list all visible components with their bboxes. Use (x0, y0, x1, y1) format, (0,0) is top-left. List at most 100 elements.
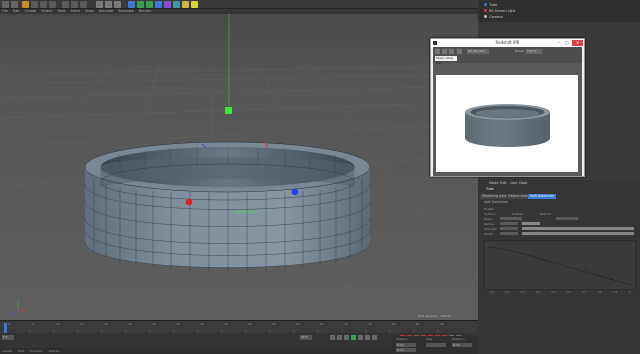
live-selection-icon[interactable] (22, 1, 29, 8)
x-position-field[interactable]: 0 cm (396, 343, 416, 347)
redo-icon[interactable] (11, 1, 18, 8)
bottom-tab[interactable]: Texture (49, 349, 60, 353)
width-field[interactable] (500, 232, 518, 235)
timeline-ruler[interactable] (0, 321, 478, 333)
camera-icon (484, 15, 487, 18)
undo-icon[interactable] (2, 1, 9, 8)
zoom-field[interactable]: 100 % (526, 49, 542, 54)
y-position-field[interactable]: 0 cm (396, 348, 416, 352)
ipr-render-canvas[interactable] (436, 75, 578, 172)
move-icon[interactable] (31, 1, 38, 8)
section-title: Soft Selection (484, 200, 509, 204)
play-icon[interactable] (351, 335, 356, 340)
rendered-tube (465, 104, 550, 147)
strength-field[interactable] (500, 227, 518, 230)
falloff-dropdown[interactable] (556, 217, 578, 220)
coord-header-size: Size (426, 337, 433, 341)
close-icon[interactable]: ✕ (572, 40, 583, 46)
ipr-toolbar: RS Window Zoom 100 % Start / Stop IPR (433, 47, 582, 65)
coord-header-position: Position (396, 337, 408, 341)
coordinates-manager: Position Size Rotation 0 cm 0 cm 0 cm (392, 336, 478, 354)
enable-label: Enable (484, 207, 495, 211)
camera-icon[interactable] (182, 1, 189, 8)
scene-icon[interactable] (173, 1, 180, 8)
attr-object-name: Tube (486, 187, 495, 191)
spline-icon[interactable] (137, 1, 144, 8)
restrict-label: Restrict (540, 212, 552, 216)
render-pv-icon[interactable] (105, 1, 112, 8)
x-axis-handle[interactable] (185, 198, 193, 206)
radius-field[interactable] (500, 222, 518, 225)
scale-icon[interactable] (40, 1, 47, 8)
clear-icon[interactable] (449, 49, 454, 54)
mode-dropdown[interactable] (500, 217, 522, 220)
prev-key-icon[interactable] (337, 335, 342, 340)
rotate-icon[interactable] (49, 1, 56, 8)
h-rotation-field[interactable]: 0 cm (452, 343, 472, 347)
attr-subtab-modeling-axis[interactable]: Modeling Axis (480, 194, 509, 199)
radius-label: Radius (484, 222, 495, 226)
frame-start-field[interactable]: 0 F (2, 335, 14, 340)
falloff-curve (485, 241, 637, 291)
radius-slider[interactable] (522, 222, 540, 225)
tube-object[interactable] (84, 141, 371, 272)
object-row[interactable]: Tube (484, 2, 497, 7)
tube-icon (484, 3, 487, 6)
playhead[interactable] (4, 323, 7, 333)
attr-subtab-soft-selection[interactable]: Soft Selection (528, 194, 557, 199)
object-row[interactable]: RS Dome Light (484, 8, 515, 13)
strength-slider[interactable] (522, 227, 634, 230)
object-row[interactable]: Camera (484, 14, 503, 19)
attr-tab-user-data[interactable]: User Data (508, 181, 529, 186)
array-icon[interactable] (155, 1, 162, 8)
viewport-scene (0, 14, 478, 323)
mode-label: Mode (484, 217, 493, 221)
z-axis-icon[interactable] (80, 1, 87, 8)
zoom-label: Zoom (515, 49, 524, 53)
width-label: Width (484, 232, 493, 236)
window-title: Redshift IPR (495, 40, 520, 45)
graph-x-axis: 0.1 0.2 0.3 0.4 0.5 0.6 0.7 0.8 0.9 1 (489, 291, 631, 294)
surface-label: Surface (484, 212, 496, 216)
window-dropdown[interactable]: RS Window (467, 49, 489, 54)
ipr-content: RS Window Zoom 100 % Start / Stop IPR (433, 47, 582, 176)
frame-end-field[interactable]: 90 F (300, 335, 312, 340)
first-frame-icon[interactable] (330, 335, 335, 340)
grid-spacing-label: Grid Spacing : 100 cm (418, 314, 452, 318)
next-key-icon[interactable] (365, 335, 370, 340)
prev-frame-icon[interactable] (344, 335, 349, 340)
cube-icon[interactable] (128, 1, 135, 8)
bottom-tab[interactable]: Edit (18, 349, 24, 353)
z-axis-handle[interactable] (291, 188, 299, 196)
rubber-label: Rubber (512, 212, 523, 216)
render-settings-icon[interactable] (114, 1, 121, 8)
light-icon (484, 9, 487, 12)
redshift-ipr-window[interactable]: Redshift IPR – □ ✕ RS Window Zoom 100 % … (430, 38, 585, 177)
y-axis-handle[interactable] (225, 107, 232, 114)
light-icon[interactable] (191, 1, 198, 8)
main-toolbar (0, 0, 478, 9)
bottom-tab[interactable]: Function (30, 349, 43, 353)
lock-icon[interactable] (457, 49, 462, 54)
render-view-icon[interactable] (96, 1, 103, 8)
minimize-icon[interactable]: – (558, 40, 564, 45)
last-frame-icon[interactable] (372, 335, 377, 340)
snapshot-icon[interactable] (442, 49, 447, 54)
x-axis-icon[interactable] (62, 1, 69, 8)
coord-header-rotation: Rotation (452, 337, 465, 341)
bottom-tab[interactable]: Create (2, 349, 12, 353)
start-stop-ipr-button[interactable]: Start / Stop IPR (435, 56, 457, 65)
y-axis-icon[interactable] (71, 1, 78, 8)
falloff-graph[interactable] (484, 240, 637, 291)
nurbs-icon[interactable] (146, 1, 153, 8)
maximize-icon[interactable]: □ (565, 40, 571, 45)
width-slider[interactable] (522, 232, 634, 235)
attr-subtab-object-axis[interactable]: Object Axis (506, 194, 530, 199)
next-frame-icon[interactable] (358, 335, 363, 340)
deformer-icon[interactable] (164, 1, 171, 8)
save-icon[interactable] (435, 49, 440, 54)
x-size-field[interactable] (426, 343, 446, 347)
strength-label: Strength (484, 227, 497, 231)
3d-viewport[interactable]: Grid Spacing : 100 cm (0, 14, 478, 323)
app-icon (433, 41, 437, 45)
